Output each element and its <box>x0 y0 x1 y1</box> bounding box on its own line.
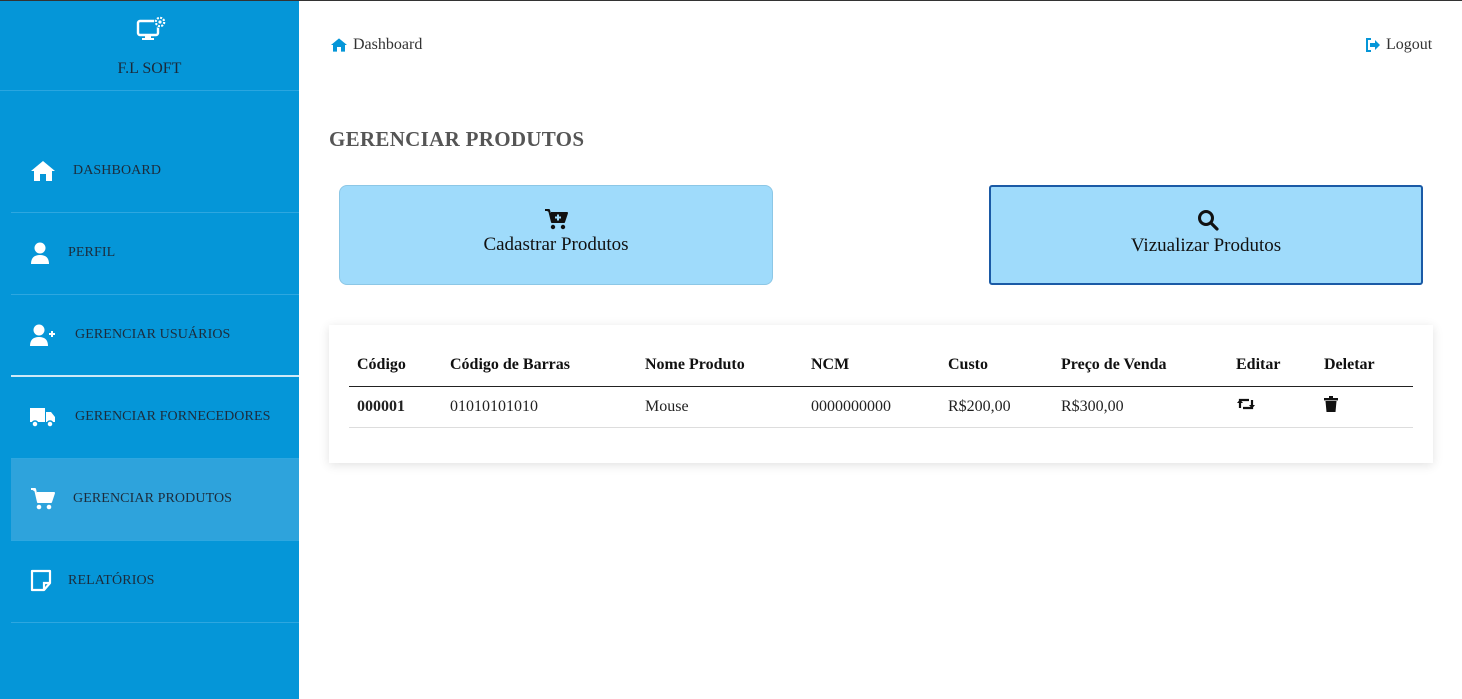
sidebar-item-gerenciar-fornecedores[interactable]: GERENCIAR FORNECEDORES <box>11 377 299 459</box>
column-header-ncm: NCM <box>803 345 940 387</box>
button-label: Vizualizar Produtos <box>1130 235 1282 256</box>
column-header-codigo-barras: Código de Barras <box>442 345 637 387</box>
cell-deletar <box>1316 386 1413 428</box>
trash-icon[interactable] <box>1324 396 1338 412</box>
logout-link[interactable]: Logout <box>1365 36 1432 54</box>
sidebar-item-gerenciar-usuarios[interactable]: GERENCIAR USUÁRIOS <box>11 295 299 377</box>
cell-codigo: 000001 <box>349 386 442 428</box>
sidebar-item-label: DASHBOARD <box>73 163 162 178</box>
column-header-preco-venda: Preço de Venda <box>1053 345 1228 387</box>
button-label: Cadastrar Produtos <box>483 234 629 255</box>
products-table: Código Código de Barras Nome Produto NCM… <box>349 345 1413 428</box>
sidebar-item-relatorios[interactable]: RELATÓRIOS <box>11 541 299 623</box>
page-title: GERENCIAR PRODUTOS <box>329 127 585 151</box>
sidebar-item-perfil[interactable]: PERFIL <box>11 213 299 295</box>
breadcrumb-label: Dashboard <box>353 36 423 53</box>
sidebar-item-label: GERENCIAR USUÁRIOS <box>75 327 231 342</box>
products-card: Código Código de Barras Nome Produto NCM… <box>329 325 1433 463</box>
breadcrumb-dashboard[interactable]: Dashboard <box>330 36 422 54</box>
cell-custo: R$200,00 <box>940 386 1053 428</box>
monitor-gear-icon <box>136 16 166 40</box>
note-icon <box>30 569 52 592</box>
column-header-custo: Custo <box>940 345 1053 387</box>
sidebar-item-gerenciar-produtos[interactable]: GERENCIAR PRODUTOS <box>11 459 299 541</box>
sidebar-item-label: RELATÓRIOS <box>68 573 155 588</box>
retweet-icon[interactable] <box>1236 397 1256 411</box>
cell-nome-produto: Mouse <box>637 386 803 428</box>
brand: F.L SOFT <box>0 0 299 91</box>
brand-name: F.L SOFT <box>117 60 182 77</box>
cell-ncm: 0000000000 <box>803 386 940 428</box>
home-icon <box>31 161 55 181</box>
sidebar-item-dashboard[interactable]: DASHBOARD <box>11 131 299 213</box>
sidebar-item-label: PERFIL <box>68 245 116 260</box>
logout-label: Logout <box>1386 36 1433 53</box>
truck-icon <box>30 408 55 428</box>
user-plus-icon <box>30 324 55 346</box>
sidebar-item-label: GERENCIAR FORNECEDORES <box>75 409 271 424</box>
column-header-nome-produto: Nome Produto <box>637 345 803 387</box>
cart-icon <box>31 488 55 510</box>
user-icon <box>31 242 49 264</box>
cell-codigo-barras: 01010101010 <box>442 386 637 428</box>
column-header-editar: Editar <box>1228 345 1316 387</box>
sidebar-nav: DASHBOARD PERFIL GERENCIAR USUÁRIOS GERE… <box>11 131 299 623</box>
table-row: 000001 01010101010 Mouse 0000000000 R$20… <box>349 386 1413 428</box>
search-icon <box>1198 210 1219 231</box>
cell-editar <box>1228 386 1316 428</box>
cart-plus-icon <box>545 209 568 230</box>
sidebar-item-label: GERENCIAR PRODUTOS <box>73 491 233 506</box>
cadastrar-produtos-button[interactable]: Cadastrar Produtos <box>339 185 773 285</box>
cell-preco-venda: R$300,00 <box>1053 386 1228 428</box>
vizualizar-produtos-button[interactable]: Vizualizar Produtos <box>989 185 1423 285</box>
column-header-codigo: Código <box>349 345 442 387</box>
logout-icon <box>1366 38 1380 52</box>
column-header-deletar: Deletar <box>1316 345 1413 387</box>
sidebar: F.L SOFT DASHBOARD PERFIL GERENCIAR USUÁ… <box>0 0 299 699</box>
home-icon <box>331 38 347 52</box>
table-header-row: Código Código de Barras Nome Produto NCM… <box>349 345 1413 387</box>
